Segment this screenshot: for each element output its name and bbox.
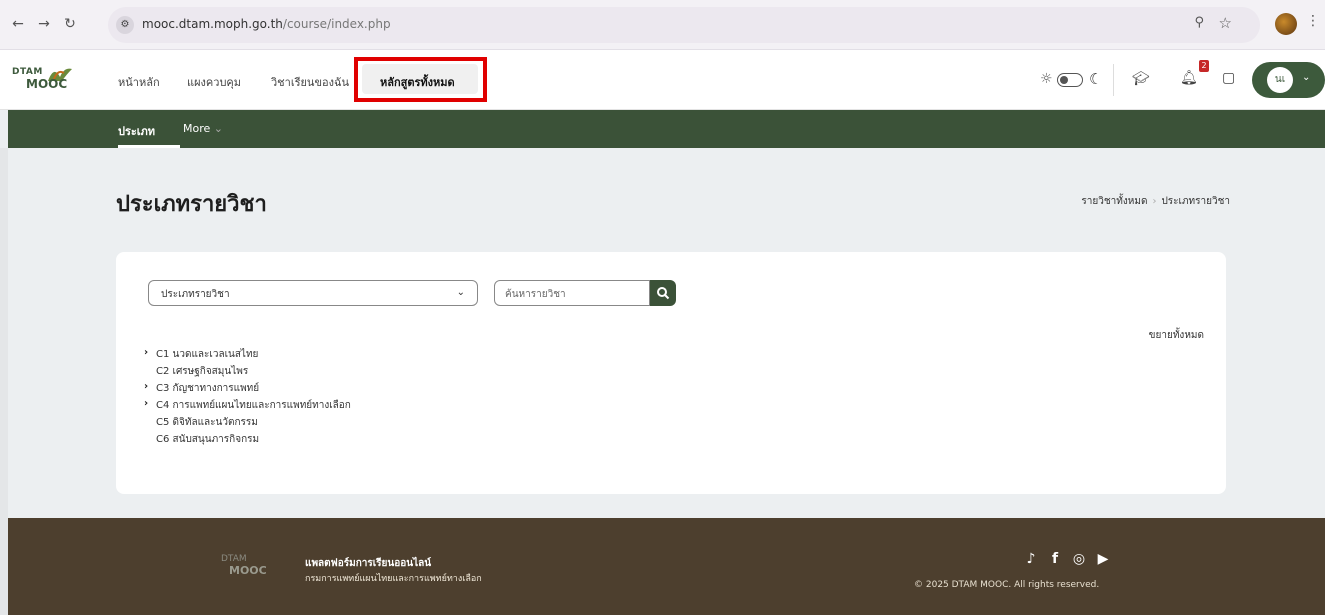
chevron-right-icon: ›	[1152, 196, 1157, 207]
chevron-down-icon: ⌄	[456, 287, 465, 298]
breadcrumb-all-courses[interactable]: รายวิชาทั้งหมด	[1081, 196, 1147, 207]
footer-title: แพลตฟอร์มการเรียนออนไลน์	[305, 558, 432, 569]
subnav-more[interactable]: More ⌄	[183, 122, 223, 135]
breadcrumb-current: ประเภทรายวิชา	[1161, 196, 1230, 207]
expand-all-link[interactable]: ขยายทั้งหมด	[1149, 328, 1204, 343]
moon-icon: ☾	[1089, 70, 1103, 88]
main-content: ประเภทรายวิชา รายวิชาทั้งหมด › ประเภทรายวิ…	[8, 148, 1325, 518]
sun-icon: ☼	[1040, 71, 1053, 87]
browser-profile-avatar[interactable]	[1275, 13, 1297, 35]
chevron-right-icon[interactable]: ›	[144, 398, 154, 409]
theme-toggle[interactable]	[1057, 73, 1083, 87]
secondary-nav: ประเภท More ⌄	[8, 110, 1325, 148]
avatar: นเ	[1267, 67, 1293, 93]
chevron-right-icon[interactable]: ›	[144, 347, 154, 358]
category-select[interactable]: ประเภทรายวิชา ⌄	[148, 280, 478, 306]
youtube-icon[interactable]: ▶	[1094, 550, 1112, 568]
chevron-right-icon[interactable]: ›	[144, 381, 154, 392]
nav-all-courses[interactable]: หลักสูตรทั้งหมด	[380, 73, 455, 91]
site-settings-icon[interactable]: ⚙	[116, 16, 134, 34]
divider	[1113, 64, 1114, 96]
bell-icon[interactable]: 🔔︎	[1180, 70, 1198, 86]
chevron-down-icon: ⌄	[213, 122, 223, 135]
footer-subtitle: กรมการแพทย์แผนไทยและการแพทย์ทางเลือก	[305, 574, 482, 584]
left-edge	[0, 148, 8, 615]
footer-logo[interactable]: DTAM MOOC	[221, 554, 267, 577]
subnav-category[interactable]: ประเภท	[118, 122, 155, 140]
user-menu-button[interactable]: นเ ⌄	[1252, 62, 1325, 98]
chevron-down-icon: ⌄	[1302, 72, 1311, 83]
arrow-right-icon[interactable]: →	[34, 14, 54, 34]
site-header: DTAM MOOC หน้าหลัก แผงควบคุม วิชาเรียนขอ…	[0, 50, 1325, 110]
address-bar[interactable]: ⚙ mooc.dtam.moph.go.th/course/index.php …	[108, 7, 1260, 43]
page-title: ประเภทรายวิชา	[116, 192, 267, 217]
nav-home[interactable]: หน้าหลัก	[118, 73, 160, 91]
message-icon[interactable]: ▢	[1222, 70, 1235, 86]
zoom-icon[interactable]: ⚲	[1194, 15, 1204, 30]
reload-icon[interactable]: ↻	[60, 14, 80, 34]
instagram-icon[interactable]: ◎	[1070, 550, 1088, 568]
arrow-left-icon[interactable]: ←	[8, 14, 28, 34]
tiktok-icon[interactable]: ♪	[1022, 550, 1040, 568]
search-icon	[657, 287, 670, 300]
nav-dashboard[interactable]: แผงควบคุม	[187, 73, 241, 91]
bookmark-star-icon[interactable]: ☆	[1219, 14, 1232, 32]
site-footer: DTAM MOOC แพลตฟอร์มการเรียนออนไลน์ กรมกา…	[8, 518, 1325, 615]
notification-badge: 2	[1199, 60, 1209, 72]
graduation-cap-icon[interactable]: 🎓︎	[1132, 71, 1150, 87]
site-logo[interactable]: DTAM MOOC	[12, 63, 112, 97]
breadcrumb: รายวิชาทั้งหมด › ประเภทรายวิชา	[1081, 194, 1230, 209]
facebook-icon[interactable]: f	[1046, 550, 1064, 568]
copyright-text: © 2025 DTAM MOOC. All rights reserved.	[914, 580, 1100, 590]
url-text: mooc.dtam.moph.go.th/course/index.php	[142, 17, 391, 31]
search-input[interactable]: ค้นหารายวิชา	[494, 280, 650, 306]
search-button[interactable]	[650, 280, 676, 306]
nav-my-courses[interactable]: วิชาเรียนของฉัน	[271, 73, 349, 91]
browser-toolbar: ← → ↻ ⚙ mooc.dtam.moph.go.th/course/inde…	[0, 0, 1325, 50]
category-card: ประเภทรายวิชา ⌄ ค้นหารายวิชา ขยายทั้งหมด…	[116, 252, 1226, 494]
browser-menu-icon[interactable]: ⋮	[1306, 13, 1320, 29]
